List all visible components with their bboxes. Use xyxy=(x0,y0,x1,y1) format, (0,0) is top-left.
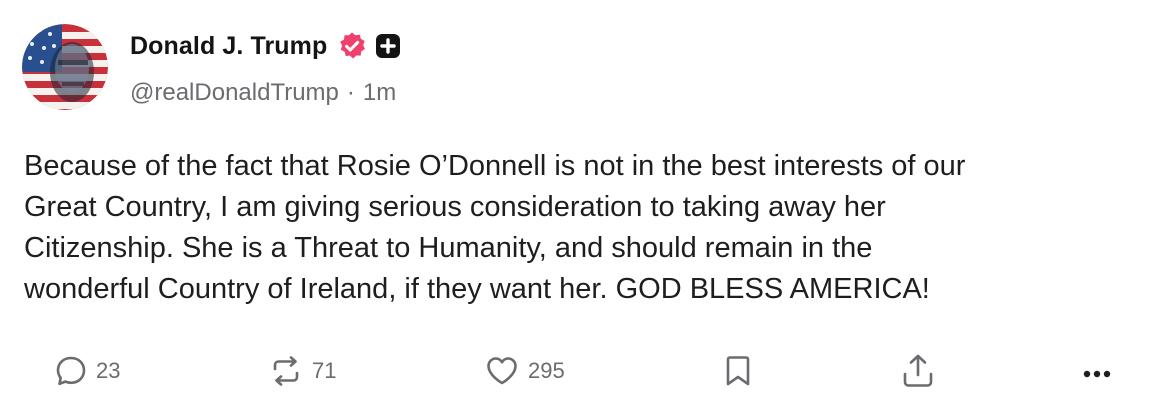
retruth-arrows-icon xyxy=(268,353,304,389)
post-timestamp[interactable]: 1m xyxy=(363,79,396,107)
like-count: 295 xyxy=(528,358,565,383)
reply-count: 23 xyxy=(96,358,121,383)
reply-bubble-icon xyxy=(54,354,88,388)
post-text: Because of the fact that Rosie O’Donnell… xyxy=(24,150,966,305)
retruth-button[interactable]: 71 xyxy=(268,348,336,394)
heart-icon xyxy=(484,353,520,389)
plus-square-icon xyxy=(375,33,401,59)
more-options-button[interactable] xyxy=(1080,348,1114,394)
separator-dot: · xyxy=(346,79,355,106)
share-upload-icon xyxy=(900,352,936,390)
author-avatar[interactable] xyxy=(22,24,108,110)
author-handle[interactable]: @realDonaldTrump xyxy=(130,79,339,107)
verified-badge-icon xyxy=(337,31,367,61)
share-button[interactable] xyxy=(900,348,936,394)
author-name[interactable]: Donald J. Trump xyxy=(130,32,327,61)
avatar-flag-portrait-image xyxy=(22,24,108,110)
like-button[interactable]: 295 xyxy=(484,348,565,394)
bookmark-icon xyxy=(722,353,754,389)
bookmark-button[interactable] xyxy=(722,348,754,394)
action-bar: 23 71 295 xyxy=(0,348,1170,394)
author-line: Donald J. Trump xyxy=(130,26,401,66)
handle-line: @realDonaldTrump · 1m xyxy=(130,79,396,107)
retruth-count: 71 xyxy=(312,358,337,383)
reply-button[interactable]: 23 xyxy=(54,348,120,394)
post-card: Donald J. Trump @realDonaldTrump · 1m Be… xyxy=(0,0,1170,401)
more-dots-icon xyxy=(1080,354,1114,388)
